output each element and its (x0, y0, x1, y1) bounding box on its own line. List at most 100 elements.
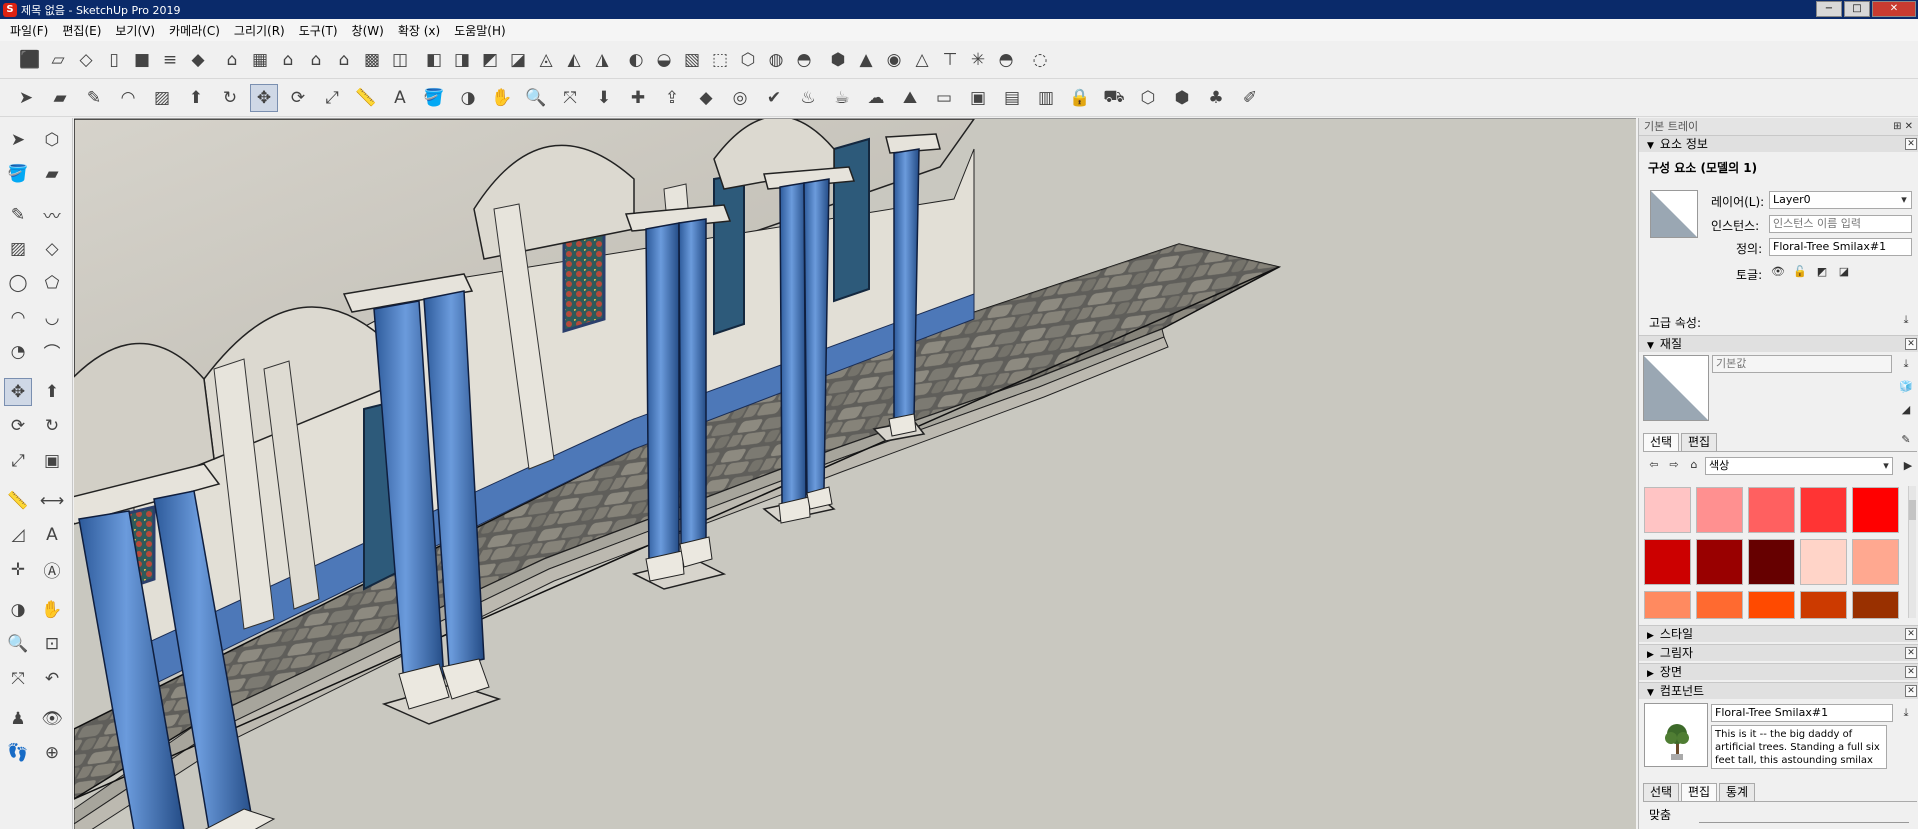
chevron-down-icon[interactable]: ▾ (1897, 193, 1911, 207)
rectangle-icon[interactable]: ▨ (4, 235, 32, 263)
triangle-icon[interactable]: △ (908, 46, 936, 74)
solid-cube-icon[interactable]: ■ (128, 46, 156, 74)
scenes-header[interactable]: ▶ 장면 ✕ (1639, 663, 1918, 680)
follow-me-icon[interactable]: ↻ (38, 412, 66, 440)
look-around-icon[interactable]: 👁 (38, 705, 66, 733)
menu-camera[interactable]: 카메라(C) (162, 22, 227, 39)
material-swatch[interactable] (1696, 487, 1743, 533)
material-swatch[interactable] (1852, 487, 1899, 533)
rotate-icon[interactable]: ⟳ (284, 84, 312, 112)
expand-icon[interactable]: ⤓ (1899, 706, 1913, 720)
menu-window[interactable]: 창(W) (345, 22, 391, 39)
sheet-icon[interactable]: ▱ (44, 46, 72, 74)
create-material-icon[interactable]: 🧊 (1899, 380, 1913, 394)
terrain-icon[interactable]: ⛰ (896, 84, 924, 112)
footprints-icon[interactable]: 👣 (4, 739, 32, 767)
maximize-button[interactable]: □ (1844, 1, 1870, 17)
material-swatch[interactable] (1800, 539, 1847, 585)
tab-component-edit[interactable]: 편집 (1681, 783, 1718, 801)
walk-icon[interactable]: ♟ (4, 705, 32, 733)
push-pull-icon[interactable]: ⬆ (182, 84, 210, 112)
eraser-icon[interactable]: ▰ (38, 160, 66, 188)
swatch-scrollbar[interactable] (1908, 486, 1916, 618)
zoom-window-icon[interactable]: ⊡ (38, 630, 66, 658)
checker-sphere-icon[interactable]: ◍ (762, 46, 790, 74)
text-icon[interactable]: A (386, 84, 414, 112)
lock-icon[interactable]: 🔓 (1793, 265, 1807, 279)
dimension-icon[interactable]: ⟷ (38, 487, 66, 515)
material-swatch[interactable] (1644, 591, 1691, 619)
components-header[interactable]: ▼ 컴포넌트 ✕ (1639, 682, 1918, 699)
close-icon[interactable]: ✕ (1905, 338, 1917, 350)
cube-outline-icon[interactable]: ◇ (72, 46, 100, 74)
half-sphere-icon[interactable]: ◓ (790, 46, 818, 74)
warehouse-icon[interactable]: ▩ (358, 46, 386, 74)
house-icon[interactable]: ⌂ (274, 46, 302, 74)
polygon-icon[interactable]: ⬠ (38, 269, 66, 297)
window-icon[interactable]: ▣ (964, 84, 992, 112)
freehand-icon[interactable]: 〰 (38, 201, 66, 229)
pencil-icon[interactable]: ✎ (80, 84, 108, 112)
tray-pin-close-buttons[interactable]: ⊞ ✕ (1893, 118, 1913, 135)
material-swatch[interactable] (1696, 539, 1743, 585)
arc-icon[interactable]: ◠ (4, 304, 32, 332)
material-swatch[interactable] (1800, 487, 1847, 533)
paint-bucket-icon[interactable]: 🪣 (4, 160, 32, 188)
menu-extensions[interactable]: 확장 (x) (391, 22, 447, 39)
rotated-rectangle-icon[interactable]: ◇ (38, 235, 66, 263)
expand-icon[interactable]: ⤓ (1899, 357, 1913, 371)
material-name-input[interactable]: 기본값 (1712, 355, 1892, 373)
minimize-button[interactable]: − (1816, 1, 1842, 17)
rotate-icon[interactable]: ⟳ (4, 412, 32, 440)
box-open-icon[interactable]: ⬡ (1134, 84, 1162, 112)
back-arrow-icon[interactable]: ⇦ (1647, 458, 1661, 472)
box-open2-icon[interactable]: ⬢ (1168, 84, 1196, 112)
material-swatch[interactable] (1800, 591, 1847, 619)
building-icon[interactable]: ▦ (246, 46, 274, 74)
zoom-extents-icon[interactable]: ⤧ (556, 84, 584, 112)
orbit-icon[interactable]: ◑ (454, 84, 482, 112)
chevron-down-icon[interactable]: ▾ (1879, 459, 1893, 473)
visibility-eye-icon[interactable]: 👁 (1771, 265, 1785, 279)
stack-icon[interactable]: ≡ (156, 46, 184, 74)
shadows-header[interactable]: ▶ 그림자 ✕ (1639, 644, 1918, 661)
flat-icon[interactable]: ▭ (930, 84, 958, 112)
material-swatch[interactable] (1644, 539, 1691, 585)
section-icon[interactable]: ⊕ (38, 739, 66, 767)
eyedropper-icon[interactable]: ✎ (1899, 433, 1913, 447)
house-open-icon[interactable]: ⌂ (218, 46, 246, 74)
rectangle-icon[interactable]: ▨ (148, 84, 176, 112)
paint-bucket-icon[interactable]: 🪣 (420, 84, 448, 112)
arc-icon[interactable]: ◠ (114, 84, 142, 112)
scale-icon[interactable]: ⤢ (318, 84, 346, 112)
section-car-icon[interactable]: ⛟ (1100, 84, 1128, 112)
menu-help[interactable]: 도움말(H) (447, 22, 513, 39)
zoom-icon[interactable]: 🔍 (4, 630, 32, 658)
pencil-icon[interactable]: ✎ (4, 201, 32, 229)
expand-advanced-icon[interactable]: ⤓ (1899, 313, 1913, 327)
blue-cube-icon[interactable]: ◆ (184, 46, 212, 74)
disabled-dome-icon[interactable]: ◌ (1026, 46, 1054, 74)
teapot-icon[interactable]: ♨ (794, 84, 822, 112)
close-icon[interactable]: ✕ (1905, 647, 1917, 659)
menu-file[interactable]: 파일(F) (3, 22, 55, 39)
material-swatch[interactable] (1748, 487, 1795, 533)
fog-icon[interactable]: ◒ (650, 46, 678, 74)
shadow-icon[interactable]: ◐ (622, 46, 650, 74)
tab-material-select[interactable]: 선택 (1643, 433, 1680, 451)
hidden-line-icon[interactable]: ◪ (504, 46, 532, 74)
extension-icon[interactable]: ✚ (624, 84, 652, 112)
window3-icon[interactable]: ▥ (1032, 84, 1060, 112)
styles-header[interactable]: ▶ 스타일 ✕ (1639, 625, 1918, 642)
dome-icon[interactable]: ◓ (992, 46, 1020, 74)
protractor-icon[interactable]: ◿ (4, 521, 32, 549)
ruby-icon[interactable]: ◆ (692, 84, 720, 112)
menu-view[interactable]: 보기(V) (108, 22, 162, 39)
eraser-icon[interactable]: ▰ (46, 84, 74, 112)
close-icon[interactable]: ✕ (1905, 685, 1917, 697)
entity-info-header[interactable]: ▼ 요소 정보 ✕ (1639, 135, 1918, 152)
receive-shadow-icon[interactable]: ◩ (1815, 265, 1829, 279)
box-icon[interactable]: ⬛ (16, 46, 44, 74)
stick-icon[interactable]: ⊤ (936, 46, 964, 74)
share-icon[interactable]: ⇪ (658, 84, 686, 112)
